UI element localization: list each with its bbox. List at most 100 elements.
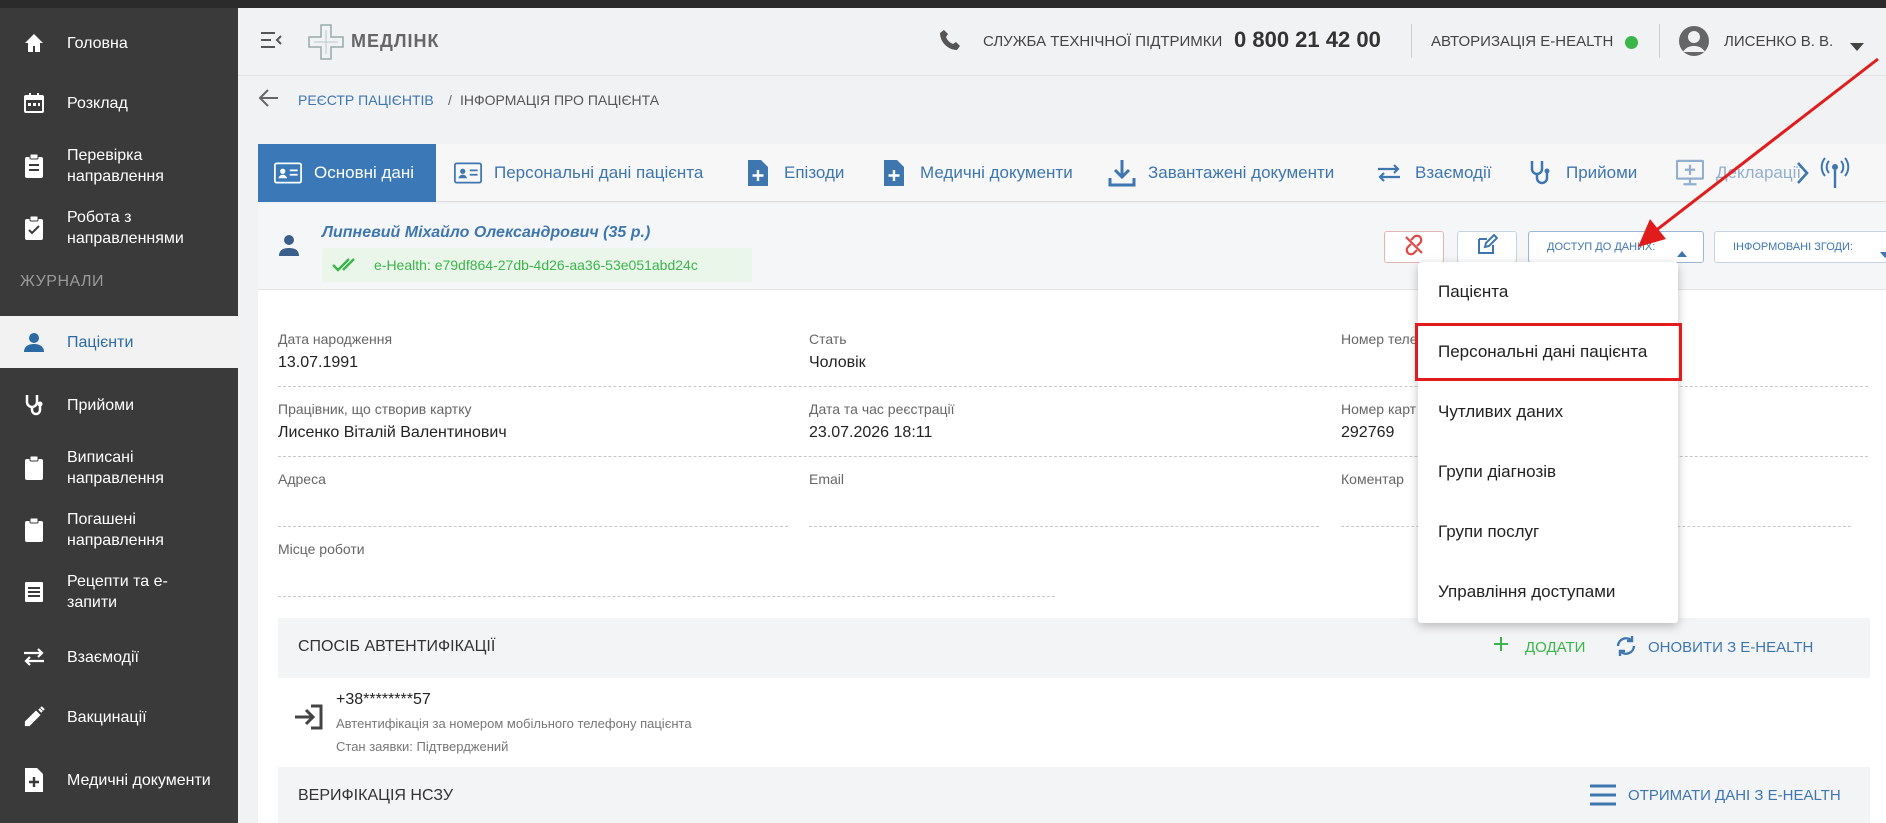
document-plus-icon	[880, 159, 908, 187]
annotation-arrow-icon	[1638, 57, 1879, 247]
annotation-highlight-box	[1415, 323, 1682, 381]
clipboard-check-icon	[20, 214, 48, 242]
sidebar-item-appointments[interactable]: Прийоми	[0, 380, 238, 430]
header-divider	[1411, 24, 1412, 58]
sidebar-item-vaccinations[interactable]: Вакцинації	[0, 692, 238, 742]
sex-value: Чоловік	[809, 354, 866, 371]
menu-lines-icon	[1590, 783, 1616, 812]
creator-value: Лисенко Віталій Валентинович	[278, 424, 507, 441]
sidebar-item-redeemed-referrals[interactable]: Погашені направлення	[0, 502, 238, 558]
email-field-line	[809, 526, 1319, 527]
sidebar-item-prescriptions[interactable]: Рецепти та е-запити	[0, 564, 238, 620]
brand-name: МЕДЛІНК	[351, 31, 440, 51]
ehealth-auth-label[interactable]: АВТОРИЗАЦІЯ E-HEALTH	[1431, 33, 1613, 50]
nszu-verification-section-header: ВЕРИФІКАЦІЯ НСЗУ ОТРИМАТИ ДАНІ З E-HEALT…	[278, 767, 1870, 823]
calendar-icon	[20, 89, 48, 117]
sign-in-icon	[293, 704, 325, 735]
dropdown-item-service-groups[interactable]: Групи послуг	[1418, 502, 1678, 562]
birth-date-value: 13.07.1991	[278, 354, 359, 371]
address-label: Адреса	[278, 471, 326, 487]
swap-icon	[20, 643, 48, 671]
sidebar-item-home[interactable]: Головна	[0, 18, 238, 68]
plus-icon	[1493, 636, 1509, 657]
sidebar-item-medical-docs[interactable]: Медичні документи	[0, 752, 238, 808]
sidebar-item-schedule[interactable]: Розклад	[0, 78, 238, 128]
back-arrow-icon[interactable]	[258, 88, 280, 111]
download-icon	[1108, 159, 1136, 187]
add-auth-button[interactable]: ДОДАТИ	[1525, 639, 1585, 656]
sidebar: Головна Розклад Перевірка направлення Ро…	[0, 8, 238, 823]
patient-name[interactable]: Липневий Міхайло Олександрович (35 р.)	[322, 224, 650, 242]
support-phone[interactable]: 0 800 21 42 00	[1234, 27, 1381, 53]
edit-icon	[1476, 233, 1499, 261]
swap-icon	[1375, 159, 1403, 187]
address-field-line	[278, 526, 788, 527]
phone-number-label: Номер теле	[1341, 331, 1418, 347]
id-card-icon	[454, 159, 482, 187]
list-icon	[20, 578, 48, 606]
tab-medical-documents[interactable]: Медичні документи	[880, 144, 1073, 202]
header-divider	[1659, 24, 1660, 58]
birth-date-label: Дата народження	[278, 331, 393, 347]
workplace-field-line	[278, 596, 1055, 597]
tab-uploaded-documents[interactable]: Завантажені документи	[1108, 144, 1334, 202]
dropdown-item-access-management[interactable]: Управління доступами	[1418, 562, 1678, 622]
card-number-label: Номер карт	[1341, 401, 1417, 417]
comment-label: Коментар	[1341, 471, 1404, 487]
tab-main-data[interactable]: Основні дані	[258, 144, 436, 202]
dropdown-item-sensitive-data[interactable]: Чутливих даних	[1418, 382, 1678, 442]
dropdown-item-patient[interactable]: Пацієнта	[1418, 262, 1678, 322]
screen: Головна Розклад Перевірка направлення Ро…	[0, 0, 1886, 823]
data-access-dropdown-menu: Пацієнта Персональні дані пацієнта Чутли…	[1418, 262, 1678, 623]
tab-personal-data[interactable]: Персональні дані пацієнта	[454, 144, 703, 202]
edit-button[interactable]	[1457, 231, 1517, 263]
clipboard-icon	[20, 454, 48, 482]
medlink-logo-icon	[306, 22, 346, 67]
stethoscope-icon	[20, 391, 48, 419]
auth-status: Стан заявки: Підтверджений	[336, 739, 509, 754]
card-number-value: 292769	[1341, 424, 1395, 441]
tab-interactions[interactable]: Взаємодії	[1375, 144, 1491, 202]
unlink-icon	[1403, 234, 1425, 261]
sidebar-item-patients[interactable]: Пацієнти	[0, 316, 238, 368]
tab-episodes[interactable]: Епізоди	[744, 144, 844, 202]
sidebar-section-journals: ЖУРНАЛИ	[20, 273, 105, 290]
workplace-label: Місце роботи	[278, 541, 365, 557]
get-ehealth-data-button[interactable]: ОТРИМАТИ ДАНІ З E-HEALTH	[1628, 787, 1841, 804]
user-name[interactable]: ЛИСЕНКО В. В.	[1724, 33, 1833, 50]
sidebar-item-issued-referrals[interactable]: Виписані направлення	[0, 440, 238, 496]
registration-label: Дата та час реєстрації	[809, 401, 955, 417]
tab-appointments[interactable]: Прийоми	[1526, 144, 1637, 202]
breadcrumb-current: ІНФОРМАЦІЯ ПРО ПАЦІЄНТА	[460, 92, 660, 108]
clipboard-icon	[20, 516, 48, 544]
menu-collapse-icon[interactable]	[260, 30, 282, 55]
auth-method-section-header: СПОСІБ АВТЕНТИФІКАЦІЇ ДОДАТИ ОНОВИТИ З E…	[278, 618, 1870, 678]
person-icon	[20, 328, 48, 356]
auth-phone: +38********57	[336, 691, 431, 708]
breadcrumb-parent[interactable]: РЕЄСТР ПАЦІЄНТІВ	[298, 92, 434, 108]
refresh-from-ehealth-button[interactable]: ОНОВИТИ З E-HEALTH	[1648, 639, 1813, 656]
sidebar-item-check-referral[interactable]: Перевірка направлення	[0, 138, 238, 194]
id-card-icon	[274, 159, 302, 187]
home-icon	[20, 29, 48, 57]
sex-label: Стать	[809, 331, 847, 347]
clipboard-icon	[20, 152, 48, 180]
double-check-icon	[332, 258, 360, 277]
auth-description: Автентифікація за номером мобільного тел…	[336, 716, 692, 731]
window-top-strip	[0, 0, 1886, 8]
breadcrumb-sep: /	[448, 92, 452, 108]
dropdown-item-diagnosis-groups[interactable]: Групи діагнозів	[1418, 442, 1678, 502]
sidebar-item-interactions[interactable]: Взаємодії	[0, 632, 238, 682]
ehealth-id-badge: e-Health: e79df864-27db-4d26-aa36-53e051…	[322, 248, 752, 282]
refresh-icon	[1614, 634, 1638, 663]
phone-icon	[938, 28, 962, 57]
person-icon	[279, 234, 299, 261]
ehealth-status-dot	[1625, 36, 1638, 49]
syringe-icon	[20, 703, 48, 731]
registration-value: 23.07.2026 18:11	[809, 424, 933, 441]
chevron-down-icon[interactable]	[1850, 38, 1864, 56]
document-plus-icon	[20, 766, 48, 794]
creator-label: Працівник, що створив картку	[278, 401, 472, 417]
sidebar-item-referral-work[interactable]: Робота з направленнями	[0, 200, 238, 256]
unlink-button[interactable]	[1384, 231, 1444, 263]
